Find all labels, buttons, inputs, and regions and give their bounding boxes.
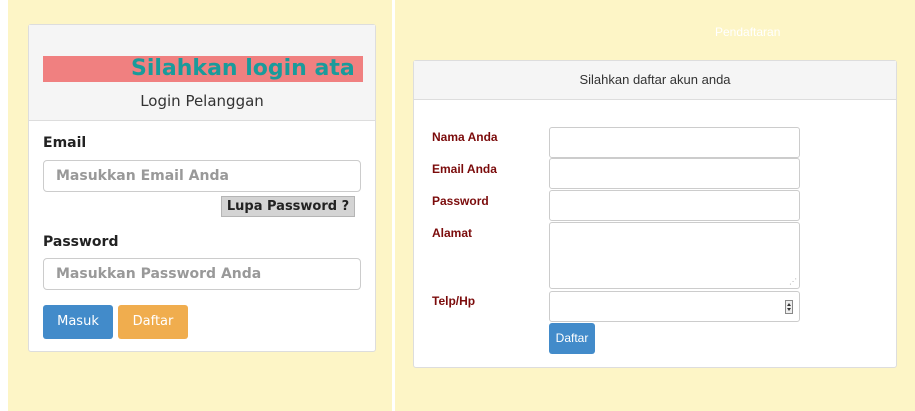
password-input[interactable] [43, 258, 361, 290]
login-card-header: Silahkan login ata Login Pelanggan [29, 25, 375, 121]
email-label: Email [43, 135, 87, 151]
email-register-label: Email Anda [432, 162, 497, 176]
password-register-input[interactable] [549, 190, 800, 221]
register-submit-button[interactable]: Daftar [549, 323, 595, 354]
login-button[interactable]: Masuk [43, 305, 113, 339]
email-input[interactable] [43, 160, 361, 192]
spinner-up-icon[interactable] [787, 303, 791, 306]
register-link-button[interactable]: Daftar [118, 305, 188, 339]
page: Silahkan login ata Login Pelanggan Email… [0, 0, 915, 411]
marquee-banner: Silahkan login ata [43, 56, 363, 82]
password-label: Password [43, 234, 119, 250]
login-card: Silahkan login ata Login Pelanggan Email… [28, 24, 376, 352]
password-register-label: Password [432, 194, 489, 208]
name-label: Nama Anda [432, 130, 498, 144]
email-register-input[interactable] [549, 158, 800, 189]
register-panel-title: Pendaftaran [715, 25, 781, 39]
login-panel: Silahkan login ata Login Pelanggan Email… [8, 0, 392, 411]
spinner-down-icon[interactable] [787, 308, 791, 311]
forgot-password-button[interactable]: Lupa Password ? [221, 196, 355, 217]
phone-input[interactable] [549, 291, 800, 322]
register-panel: Pendaftaran Silahkan daftar akun anda Na… [395, 0, 915, 411]
marquee-text: Silahkan login ata [131, 56, 355, 81]
address-label: Alamat [432, 226, 473, 240]
phone-label: Telp/Hp [432, 294, 476, 308]
login-title: Login Pelanggan [140, 92, 264, 110]
register-card-header: Silahkan daftar akun anda [414, 61, 896, 100]
register-card: Silahkan daftar akun anda Nama Anda Emai… [413, 60, 897, 368]
name-input[interactable] [549, 127, 800, 158]
number-spinner-icon[interactable] [785, 300, 793, 314]
resize-grip-icon[interactable]: ⋰ [789, 278, 797, 286]
address-textarea[interactable]: ⋰ [549, 222, 800, 289]
